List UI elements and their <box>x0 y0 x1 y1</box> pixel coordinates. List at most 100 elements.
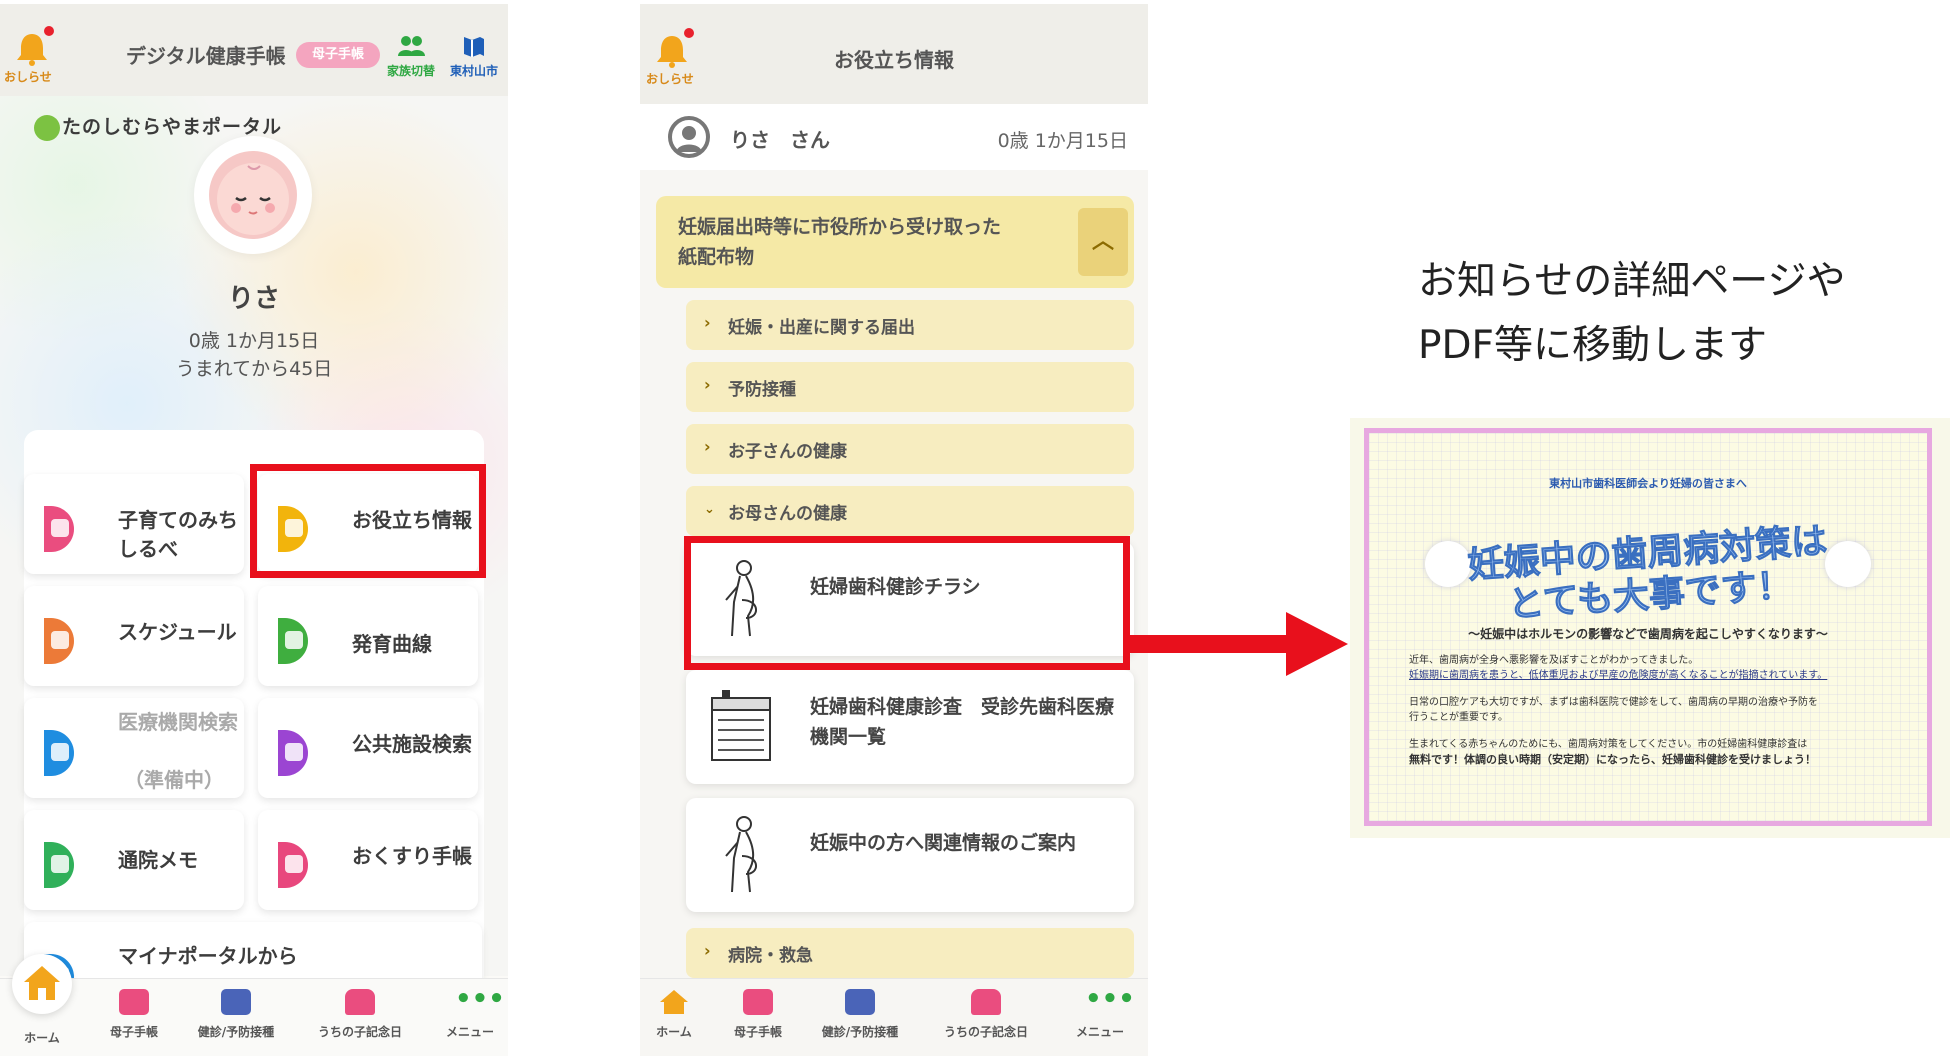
user-bar: りさ さん 0歳 1か月15日 <box>640 104 1148 170</box>
home-button[interactable] <box>12 954 72 1014</box>
app-title: デジタル健康手帳 <box>126 44 286 68</box>
home-icon <box>659 989 689 1015</box>
house-icon <box>278 730 308 776</box>
subsection-label: お母さんの健康 <box>728 504 847 524</box>
child-age: 0歳 1か月15日 <box>188 330 320 352</box>
tab-label: うちの子記念日 <box>943 1025 1028 1039</box>
hospital-icon <box>44 730 74 776</box>
pregnant-woman-illustration <box>725 816 757 893</box>
pill-icon <box>278 842 308 888</box>
notification-dot <box>44 26 54 36</box>
notification-dot <box>684 28 694 38</box>
arrow-right-icon <box>1286 612 1348 676</box>
bottom-tab-bar: ホーム 母子手帳 健診/予防接種 うちの子記念日 ••• メニュー <box>640 978 1148 1056</box>
chevron-right-icon: › <box>704 375 711 394</box>
document-label: 妊婦歯科健康診査 受診先歯科医療機関一覧 <box>810 696 1115 748</box>
flyer-text: 妊娠期に歯周病を患うと、低体重児および早産の危険度が高くなることが指摘されていま… <box>1409 670 1828 681</box>
caption: お知らせの詳細ページや PDF等に移動します <box>1418 250 1938 378</box>
parenting-guide-icon <box>44 506 74 552</box>
tab-anniversary[interactable]: うちの子記念日 <box>936 989 1036 1040</box>
city-button[interactable]: 東村山市 <box>444 34 504 79</box>
child-avatar[interactable] <box>194 136 312 254</box>
subsection-child-health[interactable]: › お子さんの健康 <box>686 424 1134 474</box>
subsection-pregnancy-notification[interactable]: › 妊娠・出産に関する届出 <box>686 300 1134 350</box>
tile-label: 公共施設検索 <box>352 732 472 756</box>
subsection-mother-health[interactable]: ⌄ お母さんの健康 <box>686 486 1134 536</box>
document-label: 妊娠中の方へ関連情報のご案内 <box>810 832 1077 854</box>
baby-face-icon <box>209 151 297 239</box>
subsection-label: 妊娠・出産に関する届出 <box>728 318 915 338</box>
family-icon <box>398 36 425 56</box>
tab-home[interactable]: ホーム <box>0 1029 92 1046</box>
tile-medicine-notebook[interactable]: おくすり手帳 <box>258 810 478 910</box>
cake-icon <box>345 989 375 1015</box>
document-list-illustration <box>711 690 771 761</box>
flyer-text: 日常の口腔ケアも大切ですが、まずは歯科医院で健診をして、歯周病の早期の治療や予防… <box>1409 697 1818 708</box>
flyer-page: 東村山市歯科医師会より妊婦の皆さまへ 妊娠中の歯周病対策はとても大事です！ ～妊… <box>1364 428 1932 826</box>
accordion-title: 妊娠届出時等に市役所から受け取った紙配布物 <box>678 216 1002 268</box>
tab-label: ホーム <box>24 1031 60 1045</box>
app-header: おしらせ お役立ち情報 <box>640 4 1148 104</box>
tab-anniversary[interactable]: うちの子記念日 <box>310 989 410 1040</box>
tile-label: スケジュール <box>118 620 237 644</box>
arrow-shaft <box>1130 635 1300 653</box>
document-item-pregnancy-info[interactable]: 妊娠中の方へ関連情報のご案内 <box>686 798 1134 912</box>
tile-schedule[interactable]: スケジュール <box>24 586 244 686</box>
calendar-icon <box>845 989 875 1015</box>
user-icon <box>668 116 710 158</box>
flyer-headline: 妊娠中の歯周病対策はとても大事です！ <box>1466 520 1829 626</box>
flyer-preview: 東村山市歯科医師会より妊婦の皆さまへ 妊娠中の歯周病対策はとても大事です！ ～妊… <box>1350 418 1950 838</box>
tile-label: 発育曲線 <box>352 632 432 656</box>
tab-menu[interactable]: ••• メニュー <box>420 986 508 1040</box>
tab-label: 母子手帳 <box>109 1025 158 1039</box>
flyer-text: 生まれてくる赤ちゃんのためにも、歯周病対策をしてください。市の妊婦歯科健康診査は <box>1409 739 1808 750</box>
tile-growth-curve[interactable]: 発育曲線 <box>258 586 478 686</box>
tab-checkups[interactable]: 健診/予防接種 <box>186 989 286 1040</box>
bar-chart-icon <box>278 618 308 664</box>
notebook-icon <box>743 989 773 1015</box>
app-header: おしらせ デジタル健康手帳 母子手帳 家族切替 東村山市 <box>0 4 508 96</box>
caption-line: PDF等に移動します <box>1418 323 1767 368</box>
page-title: お役立ち情報 <box>834 48 954 72</box>
flyer-subtitle: ～妊娠中はホルモンの影響などで歯周病を起こしやすくなります～ <box>1468 627 1828 641</box>
highlight-box-dental-flyer <box>684 536 1130 670</box>
tile-public-facility-search[interactable]: 公共施設検索 <box>258 698 478 798</box>
notification-button[interactable] <box>14 32 50 72</box>
more-dots-icon: ••• <box>1085 984 1135 1014</box>
caption-line: お知らせの詳細ページや <box>1418 259 1846 304</box>
chevron-down-icon: ⌄ <box>704 502 715 517</box>
tile-parenting-guide[interactable]: 子育てのみちしるべ <box>24 474 244 574</box>
child-days-since-birth: うまれてから45日 <box>175 358 333 380</box>
subsection-hospital-emergency[interactable]: › 病院・救急 <box>686 928 1134 978</box>
person-icon <box>676 126 702 152</box>
home-icon <box>24 966 60 1000</box>
tab-mother-child-book[interactable]: 母子手帳 <box>84 989 184 1040</box>
tile-visit-memo[interactable]: 通院メモ <box>24 810 244 910</box>
chevron-up-icon[interactable]: ︿ <box>1078 208 1128 276</box>
mode-badge[interactable]: 母子手帳 <box>296 42 380 68</box>
accordion-header-paper-handouts[interactable]: 妊娠届出時等に市役所から受け取った紙配布物 ︿ <box>656 196 1134 288</box>
tile-label: 通院メモ <box>118 848 198 872</box>
portal-logo-icon <box>34 114 60 141</box>
cake-icon <box>971 989 1001 1015</box>
subsection-label: 予防接種 <box>728 380 796 400</box>
family-switch-button[interactable]: 家族切替 <box>384 34 438 79</box>
city-label: 東村山市 <box>449 64 498 78</box>
document-item-dental-clinic-list[interactable]: 妊婦歯科健康診査 受診先歯科医療機関一覧 <box>686 670 1134 784</box>
phone-screen-useful-info: おしらせ お役立ち情報 りさ さん 0歳 1か月15日 妊娠届出時等に市役所から… <box>640 4 1148 1056</box>
tab-menu[interactable]: ••• メニュー <box>1050 984 1148 1040</box>
tab-label: 母子手帳 <box>733 1025 782 1039</box>
tab-checkups[interactable]: 健診/予防接種 <box>810 989 910 1040</box>
subsection-label: お子さんの健康 <box>728 442 847 462</box>
subsection-vaccination[interactable]: › 予防接種 <box>686 362 1134 412</box>
chevron-right-icon: › <box>704 437 711 456</box>
tab-label: 健診/予防接種 <box>197 1025 275 1039</box>
chevron-right-icon: › <box>704 313 711 332</box>
tile-medical-search[interactable]: 医療機関検索 （準備中） <box>24 698 244 798</box>
user-name: りさ さん <box>730 128 830 152</box>
subsection-label: 病院・救急 <box>728 946 813 966</box>
tooth-character-icon <box>1825 541 1871 587</box>
tile-label: 医療機関検索 <box>118 710 238 734</box>
family-switch-label: 家族切替 <box>386 64 435 78</box>
tab-mother-child-book[interactable]: 母子手帳 <box>708 989 808 1040</box>
